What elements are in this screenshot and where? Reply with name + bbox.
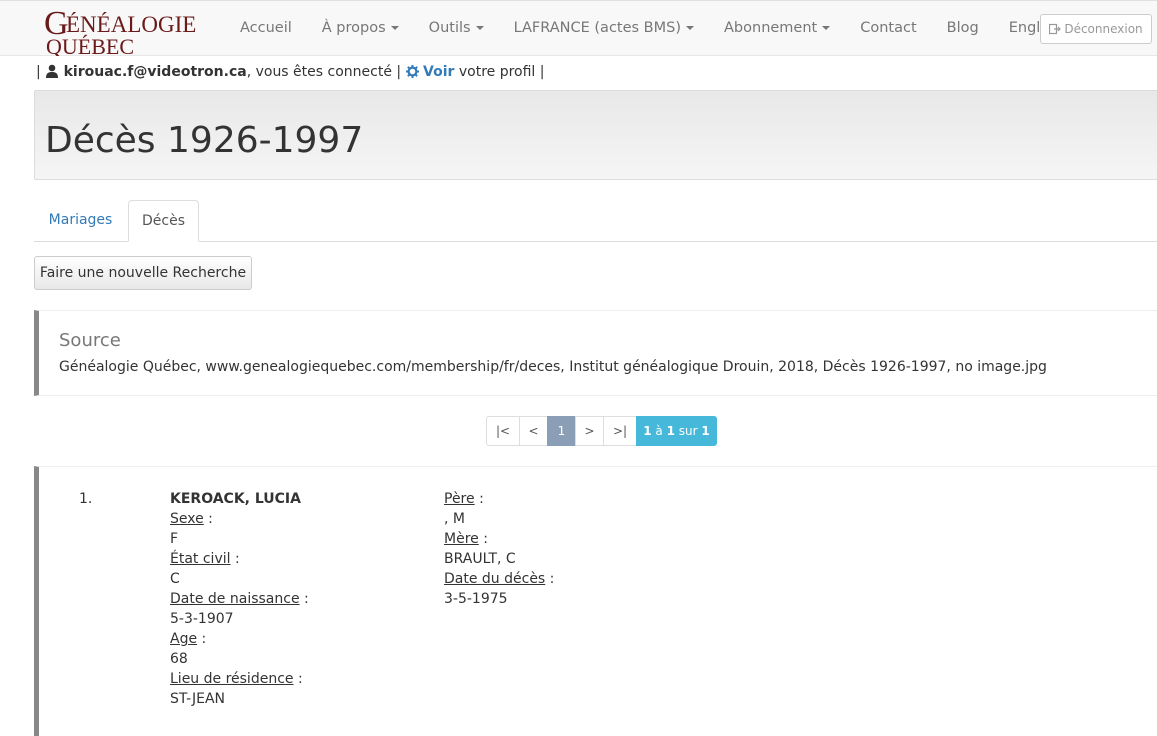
source-panel: Source Généalogie Québec, www.genealogie…: [34, 310, 1157, 396]
user-email: kirouac.f@videotron.ca: [63, 64, 247, 80]
nav-label: Abonnement: [724, 20, 818, 36]
record-name: KEROACK, LUCIA: [170, 491, 301, 507]
source-title: Source: [59, 330, 121, 351]
field-date-deces: Date du décès :: [444, 571, 555, 587]
logo-line2: QUÉBEC: [46, 34, 134, 56]
field-pere: Père :: [444, 491, 484, 507]
last-page-button[interactable]: >|: [603, 416, 637, 446]
field-label: Age: [170, 631, 198, 647]
field-mere: Mère :: [444, 531, 488, 547]
tab-mariages[interactable]: Mariages: [34, 200, 127, 242]
nav-label: Outils: [428, 20, 471, 36]
gear-icon[interactable]: [405, 65, 419, 78]
count-from: 1: [643, 424, 652, 438]
connected-text: , vous êtes connecté |: [246, 64, 402, 80]
caret-down-icon: [686, 26, 695, 30]
value-mere: BRAULT, C: [444, 551, 516, 567]
value-date-naissance: 5-3-1907: [170, 611, 234, 627]
logout-icon: [1049, 23, 1062, 35]
nav-contact[interactable]: Contact: [845, 1, 931, 56]
page-header: Décès 1926-1997: [34, 90, 1157, 180]
count-word-of: sur: [678, 424, 698, 438]
caret-down-icon: [475, 26, 484, 30]
field-label: Lieu de résidence: [170, 671, 294, 687]
result-count-badge: 1 à 1 sur 1: [636, 416, 717, 446]
view-profile-link[interactable]: Voir: [423, 64, 454, 80]
field-lieu-residence: Lieu de résidence :: [170, 671, 303, 687]
user-status-bar: | kirouac.f@videotron.ca, vous êtes conn…: [36, 62, 545, 82]
nav-abonnement[interactable]: Abonnement: [709, 1, 845, 56]
genealogie-quebec-logo[interactable]: G ÉNÉALOGIE QUÉBEC: [42, 6, 204, 56]
separator: |: [36, 64, 41, 80]
nav-lafrance[interactable]: LAFRANCE (actes BMS): [499, 1, 709, 56]
profile-text: votre profil |: [458, 64, 545, 80]
nav-accueil[interactable]: Accueil: [225, 1, 307, 56]
record-column-right: Père : , M Mère : BRAULT, C Date du décè…: [444, 489, 554, 609]
nav-label: LAFRANCE (actes BMS): [513, 20, 682, 36]
record-number: 1.: [79, 491, 93, 507]
field-label: État civil: [170, 551, 231, 567]
nav-blog[interactable]: Blog: [932, 1, 994, 56]
prev-page-button[interactable]: <: [519, 416, 548, 446]
dataset-tabs: Mariages Décès: [34, 200, 1157, 242]
user-icon: [46, 64, 59, 78]
logo-graphic: G ÉNÉALOGIE QUÉBEC: [44, 6, 196, 56]
value-lieu-residence: ST-JEAN: [170, 691, 226, 707]
nav-outils[interactable]: Outils: [414, 1, 499, 56]
field-label: Date du décès: [444, 571, 546, 587]
pagination: |< < 1 > >| 1 à 1 sur 1: [486, 416, 717, 446]
caret-down-icon: [390, 26, 399, 30]
first-page-button[interactable]: |<: [486, 416, 520, 446]
result-record: 1. KEROACK, LUCIA Sexe : F État civil : …: [34, 466, 1157, 736]
value-sexe: F: [170, 531, 179, 547]
value-age: 68: [170, 651, 188, 667]
value-date-deces: 3-5-1975: [444, 591, 508, 607]
nav-label: À propos: [321, 20, 386, 36]
field-label: Date de naissance: [170, 591, 300, 607]
field-label: Père: [444, 491, 475, 507]
field-label: Mère: [444, 531, 479, 547]
count-total: 1: [701, 424, 710, 438]
nav-label: Blog: [946, 20, 979, 36]
field-date-naissance: Date de naissance :: [170, 591, 309, 607]
main-menu: Accueil À propos Outils LAFRANCE (actes …: [225, 1, 1076, 56]
value-etat-civil: C: [170, 571, 180, 587]
current-page-button[interactable]: 1: [547, 416, 576, 446]
count-to: 1: [666, 424, 675, 438]
logout-button[interactable]: Déconnexion: [1040, 14, 1152, 44]
logout-label: Déconnexion: [1064, 22, 1143, 36]
nav-label: Accueil: [240, 20, 292, 36]
field-etat-civil: État civil :: [170, 551, 240, 567]
record-column-left: KEROACK, LUCIA Sexe : F État civil : C D…: [170, 489, 309, 709]
caret-down-icon: [822, 26, 831, 30]
nav-a-propos[interactable]: À propos: [307, 1, 414, 56]
next-page-button[interactable]: >: [575, 416, 604, 446]
new-search-button[interactable]: Faire une nouvelle Recherche: [34, 256, 252, 290]
count-word-to: à: [655, 424, 663, 438]
field-label: Sexe: [170, 511, 204, 527]
field-sexe: Sexe :: [170, 511, 213, 527]
value-pere: , M: [444, 511, 465, 527]
nav-label: Contact: [860, 20, 917, 36]
page-title: Décès 1926-1997: [45, 120, 364, 161]
tab-deces[interactable]: Décès: [128, 200, 199, 242]
field-age: Age :: [170, 631, 207, 647]
source-citation: Généalogie Québec, www.genealogiequebec.…: [59, 359, 1047, 375]
top-navbar: G ÉNÉALOGIE QUÉBEC Accueil À propos Outi…: [0, 0, 1157, 56]
